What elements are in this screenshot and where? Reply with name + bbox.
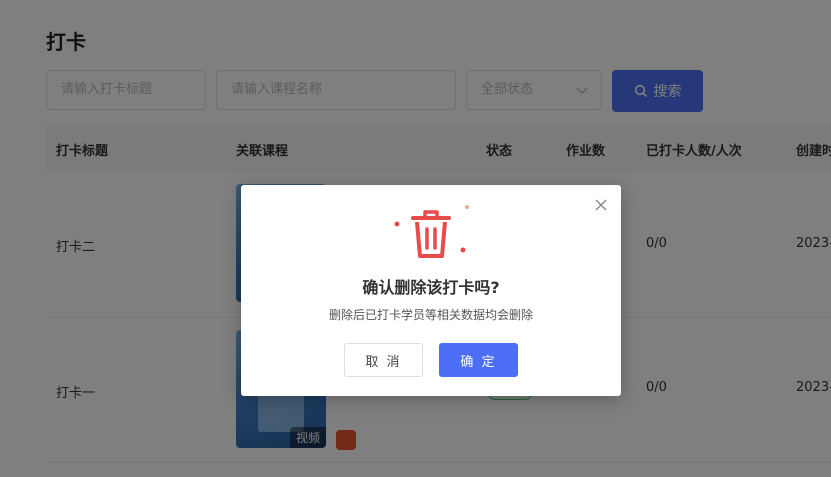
close-icon[interactable] bbox=[593, 197, 609, 213]
dialog-title: 确认删除该打卡吗? bbox=[362, 278, 500, 297]
dialog-message: 删除后已打卡学员等相关数据均会删除 bbox=[328, 308, 533, 322]
confirm-button[interactable]: 确 定 bbox=[439, 343, 518, 377]
trash-icon bbox=[394, 205, 469, 258]
delete-confirm-dialog: 确认删除该打卡吗? 删除后已打卡学员等相关数据均会删除 取 消 确 定 bbox=[241, 185, 621, 396]
cancel-button[interactable]: 取 消 bbox=[344, 343, 423, 377]
